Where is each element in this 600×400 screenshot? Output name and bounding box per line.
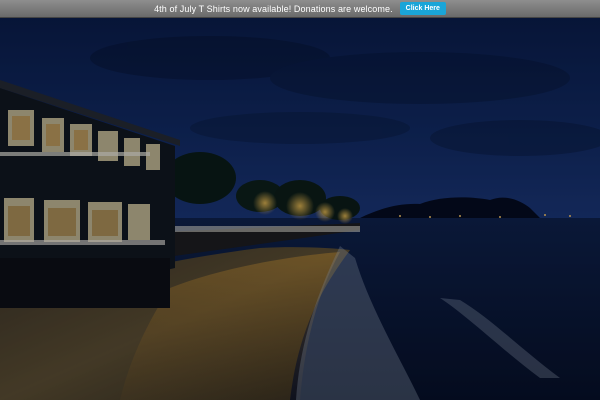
night-overlay — [0, 18, 600, 400]
click-here-button[interactable]: Click Here — [399, 2, 446, 15]
announcement-text: 4th of July T Shirts now available! Dona… — [154, 3, 393, 14]
announcement-bar: 4th of July T Shirts now available! Dona… — [0, 0, 600, 18]
hero-image — [0, 18, 600, 400]
page: 4th of July T Shirts now available! Dona… — [0, 0, 600, 400]
